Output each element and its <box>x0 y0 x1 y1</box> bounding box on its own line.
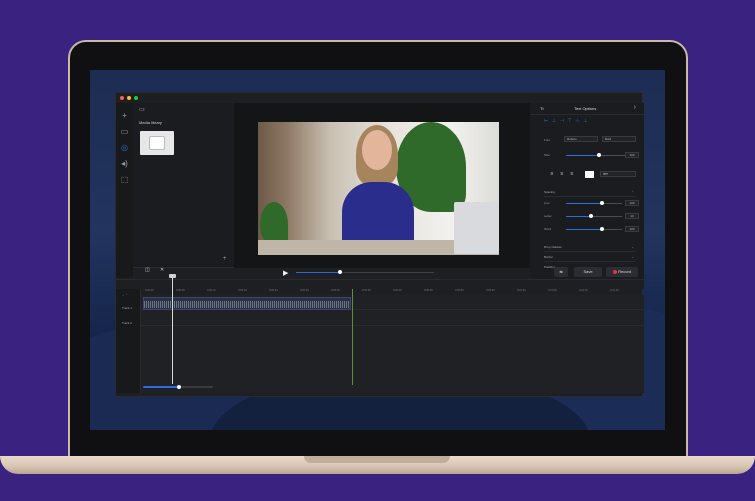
ruler-tick: 0:00:00 <box>145 289 154 292</box>
chevron-down-icon[interactable]: ⌄ ⌃ <box>122 293 128 297</box>
spacing-1-label: Letter <box>544 214 552 218</box>
spacing-0-label: Line <box>544 201 550 205</box>
ruler-tick: 0:01:00 <box>517 289 526 292</box>
size-slider-knob[interactable] <box>597 153 601 157</box>
font-label: Font <box>544 138 551 142</box>
maximize-window-button[interactable] <box>134 96 138 100</box>
track-1-label: Track 1 <box>122 306 132 310</box>
export-icon[interactable]: ⬚ <box>120 175 129 184</box>
clip-end-marker <box>352 289 353 385</box>
playhead[interactable] <box>172 275 173 384</box>
folder-icon[interactable]: ▭ <box>139 106 145 113</box>
ruler-tick: 0:00:05 <box>176 289 185 292</box>
size-value[interactable]: 100 <box>625 152 639 158</box>
size-slider-fill <box>566 155 599 156</box>
spacing-2-slider-fill <box>566 229 602 230</box>
left-toolbar: + ▭ ◎ ◂) ⬚ <box>116 103 133 278</box>
timeline-tracks <box>141 295 644 393</box>
spacing-2-value[interactable]: 100 <box>625 226 639 232</box>
track-2-label: Track 2 <box>122 321 132 325</box>
media-library-panel: ▭ Media library <box>133 103 234 267</box>
chevron-down-icon: ⌄ <box>631 245 634 249</box>
window-controls <box>120 96 138 100</box>
playback-progress <box>296 272 340 273</box>
ruler-tick: 0:00:50 <box>455 289 464 292</box>
font-select[interactable]: Roboto <box>564 136 598 142</box>
playback-knob[interactable] <box>338 270 342 274</box>
spacing-2-slider-knob[interactable] <box>600 227 604 231</box>
align-left-button[interactable]: ≡ <box>548 171 556 178</box>
plus-icon[interactable]: + <box>120 111 129 120</box>
record-button[interactable]: Record <box>606 267 638 277</box>
ruler-tick: 0:00:35 <box>362 289 371 292</box>
chevron-right-icon[interactable]: › <box>634 104 636 111</box>
waveform <box>144 301 350 308</box>
ruler-tick: 0:01:15 <box>610 289 619 292</box>
timeline-zoom-knob[interactable] <box>177 385 181 389</box>
delete-icon[interactable]: ✕ <box>160 267 164 273</box>
spacing-1-slider-fill <box>566 216 591 217</box>
record-label: Record <box>618 269 632 274</box>
spacing-2-label: Word <box>544 227 552 231</box>
person-face-shape <box>362 130 392 170</box>
play-icon[interactable]: ▶ <box>283 269 288 277</box>
weight-select[interactable]: Bold <box>602 136 636 142</box>
media-thumbnail[interactable] <box>140 131 174 155</box>
spacing-0-slider-fill <box>566 203 602 204</box>
ruler-tick: 0:01:10 <box>579 289 588 292</box>
spacing-section-header[interactable]: Spacing ⌃ <box>544 190 636 197</box>
ruler-tick: 0:00:40 <box>393 289 402 292</box>
track-headers: ⌄ ⌃ Track 1 Track 2 <box>116 289 141 393</box>
ruler-tick: 0:00:10 <box>207 289 216 292</box>
color-hex-input[interactable]: ffffff <box>600 171 636 177</box>
align-right-button[interactable]: ≡ <box>568 171 576 178</box>
text-tab[interactable]: Tt <box>540 106 544 111</box>
minimize-window-button[interactable] <box>127 96 131 100</box>
text-options-panel: Tt Text Options › ⊢⊥⊣⊤⊹⊥ Font Roboto Bol… <box>530 103 644 280</box>
text-options-title: Text Options <box>574 106 597 111</box>
ruler-tick: 0:00:20 <box>269 289 278 292</box>
video-preview[interactable] <box>258 122 499 255</box>
spacing-title: Spacing <box>544 190 555 194</box>
spacing-0-value[interactable]: 100 <box>625 200 639 206</box>
drop-shadow-label: Drop shadow <box>544 245 562 249</box>
timeline-toolbar <box>116 279 644 289</box>
spacing-1-value[interactable]: 10 <box>625 213 639 219</box>
audio-icon[interactable]: ◂) <box>120 159 129 168</box>
size-label: Size <box>544 153 550 157</box>
drop-shadow-section[interactable]: Drop shadow ⌄ <box>544 245 636 252</box>
text-options-header: Tt Text Options › <box>530 103 644 115</box>
ruler-tick: 0:00:45 <box>424 289 433 292</box>
timeline-zoom-fill <box>143 386 179 388</box>
record-icon <box>612 269 617 274</box>
ruler-tick: 0:00:30 <box>331 289 340 292</box>
ruler-tick: 0:00:55 <box>486 289 495 292</box>
video-editor-window: + ▭ ◎ ◂) ⬚ ▭ Media library + ▶ Tt Text O… <box>115 92 644 397</box>
add-media-button[interactable]: + <box>223 256 227 262</box>
chevron-up-icon: ⌃ <box>631 190 634 194</box>
align-center-button[interactable]: ≡ <box>558 171 566 178</box>
folder-icon[interactable]: ▭ <box>120 127 129 136</box>
ruler-tick: 0:00:15 <box>238 289 247 292</box>
media-icon[interactable]: ◎ <box>120 143 129 152</box>
spacing-1-slider-knob[interactable] <box>589 214 593 218</box>
spacing-0-slider-knob[interactable] <box>600 201 604 205</box>
alignment-toolbar[interactable]: ⊢⊥⊣⊤⊹⊥ <box>544 118 591 124</box>
settings-button[interactable]: ⇆ <box>554 267 568 277</box>
save-button[interactable]: Save <box>574 267 602 277</box>
border-section[interactable]: Border ⌄ <box>544 255 636 262</box>
audio-clip[interactable] <box>143 297 351 310</box>
track-1-row <box>141 295 644 310</box>
border-label: Border <box>544 255 554 259</box>
ruler-tick: 0:00:25 <box>300 289 309 292</box>
track-2-row <box>141 311 644 326</box>
chevron-down-icon: ⌄ <box>631 255 634 259</box>
laptop-shape <box>454 202 499 254</box>
ruler-tick: 0:01:05 <box>548 289 557 292</box>
media-library-title: Media library <box>139 120 162 125</box>
color-swatch[interactable] <box>585 171 594 178</box>
laptop-notch <box>304 456 450 463</box>
close-window-button[interactable] <box>120 96 124 100</box>
split-icon[interactable]: ◫ <box>145 267 150 273</box>
